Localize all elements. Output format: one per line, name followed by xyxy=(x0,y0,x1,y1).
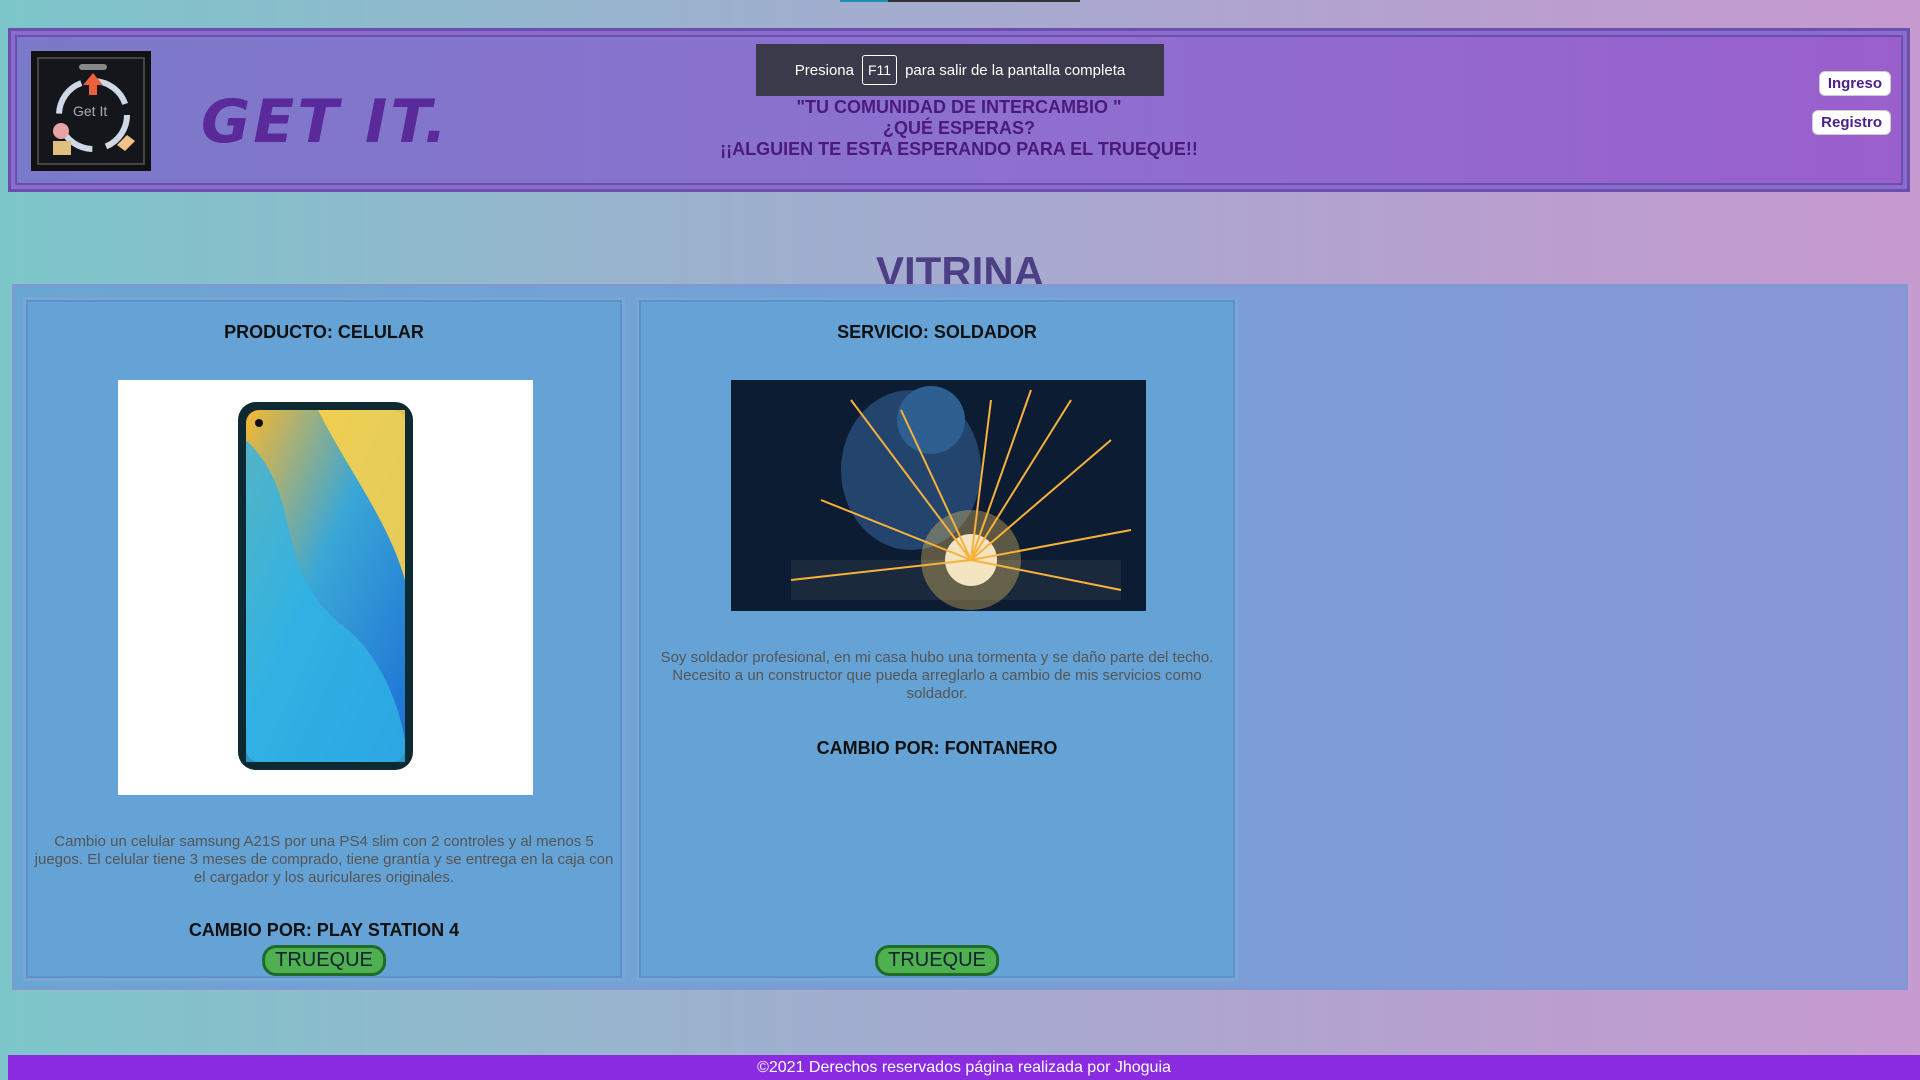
trueque-button[interactable]: TRUEQUE xyxy=(262,945,386,976)
notice-key: F11 xyxy=(861,55,898,85)
card-exchange: CAMBIO POR: FONTANERO xyxy=(816,738,1058,758)
showcase-grid: PRODUCTO: CELULAR Cambio un celular sams… xyxy=(12,284,1908,990)
top-strip-indicator xyxy=(840,0,888,2)
register-button[interactable]: Registro xyxy=(1812,110,1891,135)
browser-top-strip xyxy=(840,0,1080,2)
fullscreen-notice: Presiona F11 para salir de la pantalla c… xyxy=(756,44,1164,96)
card-description: Cambio un celular samsung A21S por una P… xyxy=(34,833,614,886)
slogan-line-2: ¿QUÉ ESPERAS? xyxy=(882,118,1036,138)
listing-card-celular: PRODUCTO: CELULAR Cambio un celular sams… xyxy=(23,297,625,981)
login-button[interactable]: Ingreso xyxy=(1818,71,1891,96)
smartphone-image xyxy=(118,380,533,795)
listing-card-soldador: SERVICIO: SOLDADOR Soy soldador profesio… xyxy=(636,297,1238,981)
notice-after: para salir de la pantalla completa xyxy=(905,61,1126,79)
card-title: PRODUCTO: CELULAR xyxy=(224,322,424,342)
notice-before: Presiona xyxy=(794,61,854,79)
card-title: SERVICIO: SOLDADOR xyxy=(837,322,1037,342)
welder-image xyxy=(731,380,1146,611)
trueque-button[interactable]: TRUEQUE xyxy=(875,945,999,976)
slogan-line-3: ¡¡ALGUIEN TE ESTA ESPERANDO PARA EL TRUE… xyxy=(720,139,1198,159)
slogan-line-1: "TU COMUNIDAD DE INTERCAMBIO " xyxy=(796,97,1122,117)
card-description: Soy soldador profesional, en mi casa hub… xyxy=(660,649,1214,702)
slogan: "TU COMUNIDAD DE INTERCAMBIO " ¿QUÉ ESPE… xyxy=(11,97,1907,160)
card-exchange: CAMBIO POR: PLAY STATION 4 xyxy=(188,920,460,940)
site-footer: ©2021 Derechos reservados página realiza… xyxy=(8,1055,1920,1080)
